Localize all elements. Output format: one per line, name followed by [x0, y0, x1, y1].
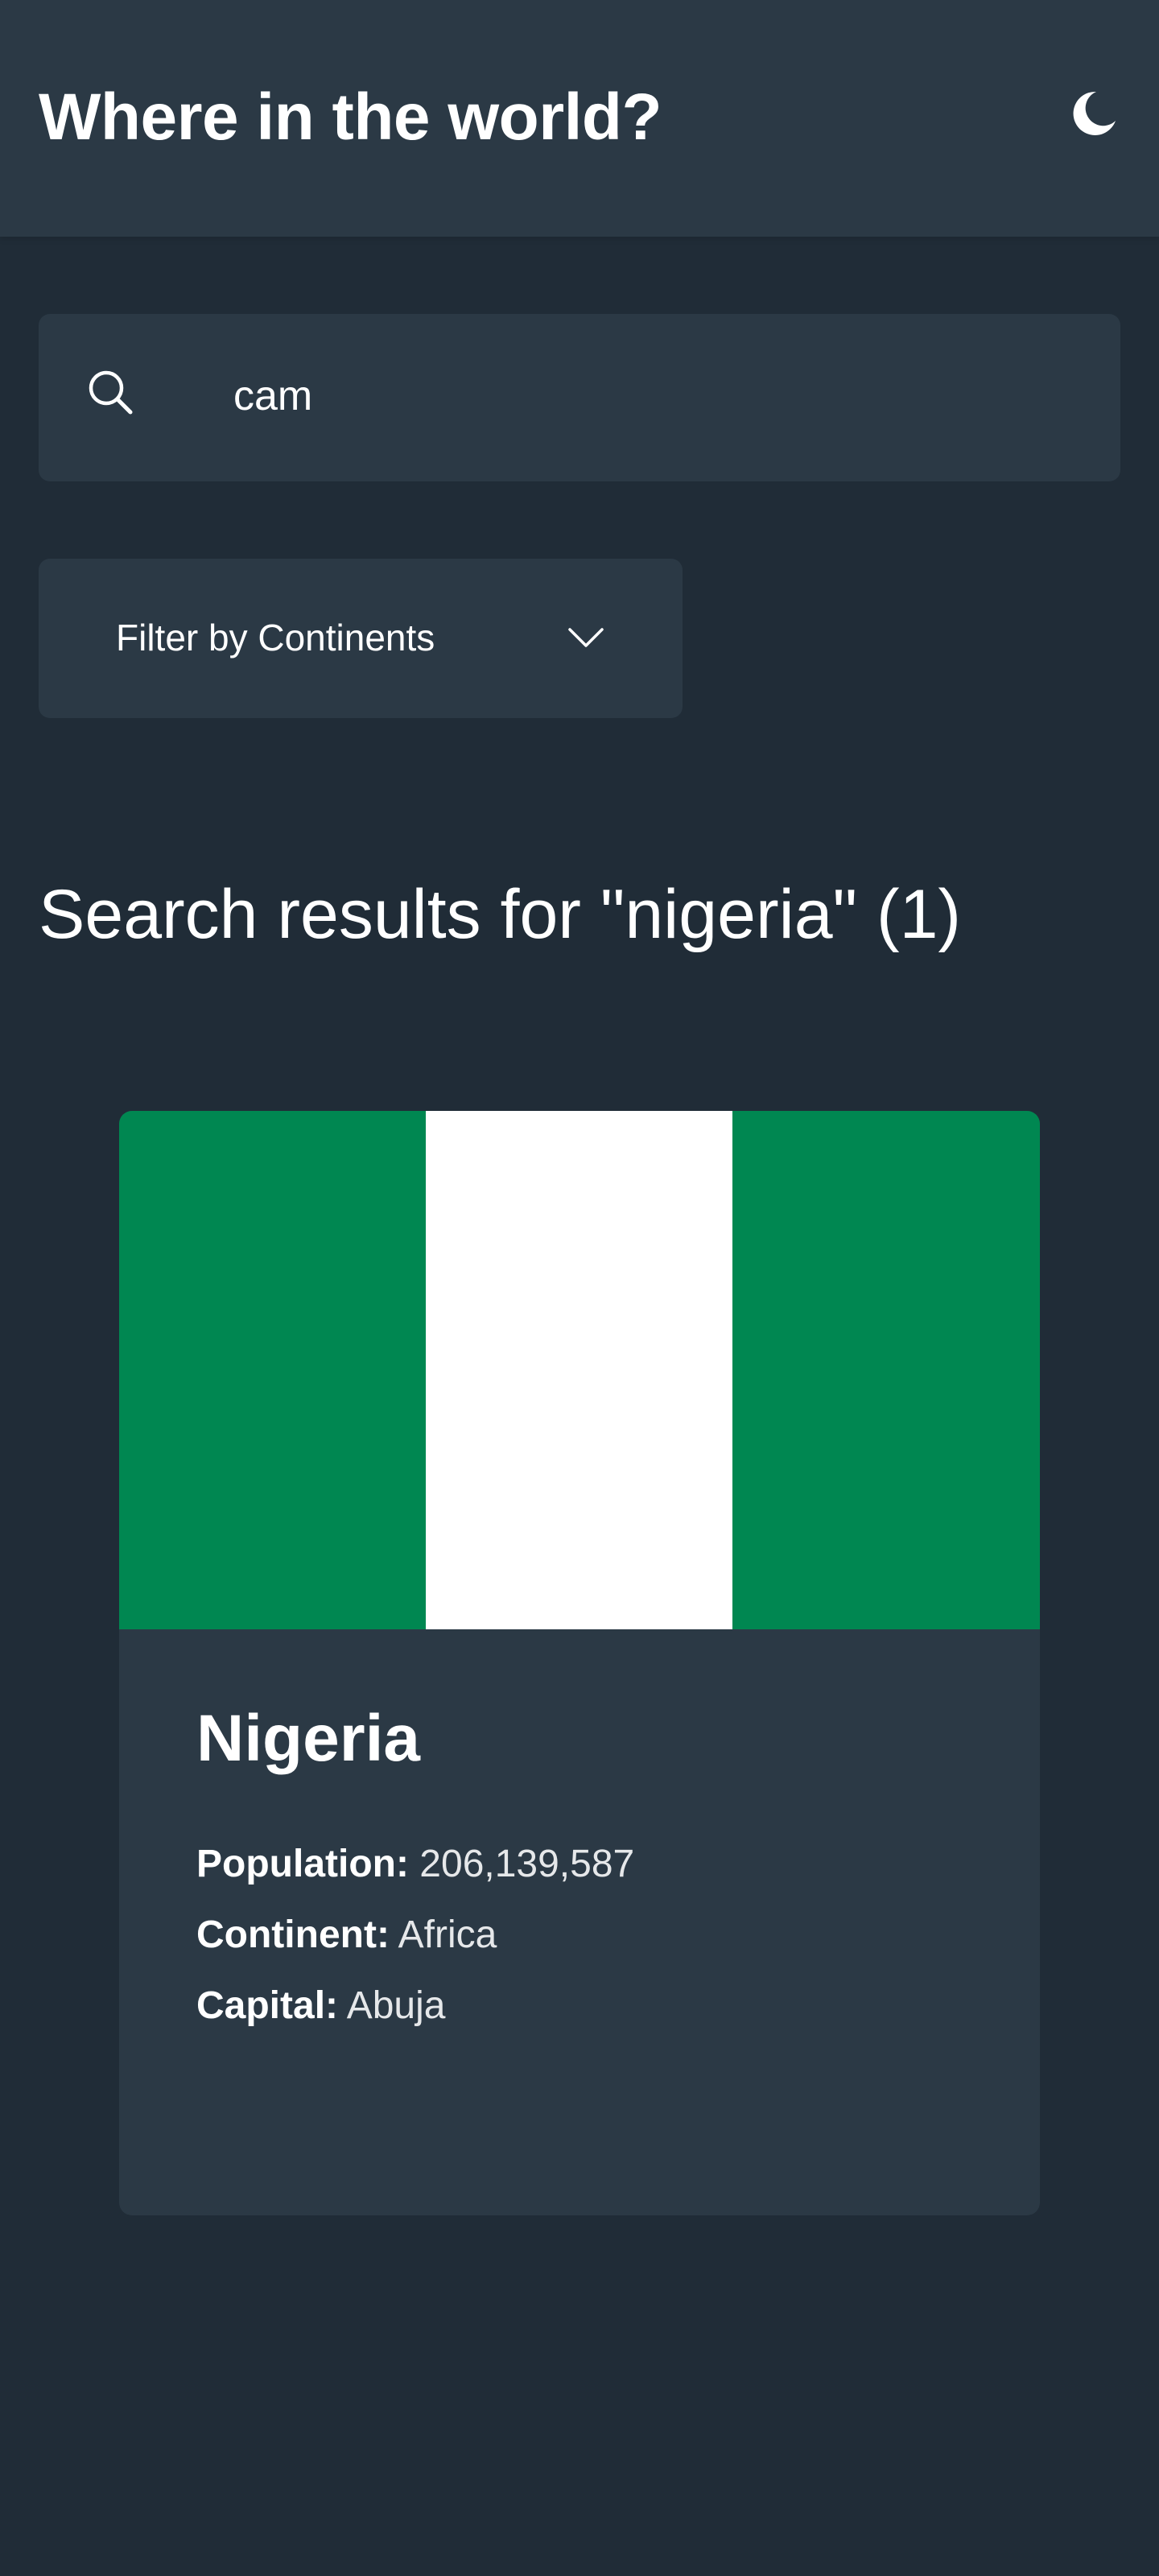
continent-row: Continent: Africa [196, 1911, 497, 1959]
capital-label: Capital: [196, 1984, 339, 2027]
search-icon [85, 367, 137, 419]
filter-label: Filter by Continents [116, 617, 435, 658]
app-header: Where in the world? [0, 0, 1159, 237]
country-card-nigeria[interactable]: Nigeria Population: 206,139,587 Continen… [119, 1111, 1040, 2215]
moon-icon [1073, 91, 1116, 135]
flag-stripe-left [119, 1111, 427, 1629]
continent-label: Continent: [196, 1913, 390, 1956]
chevron-down-icon [563, 615, 608, 660]
population-row: Population: 206,139,587 [196, 1840, 634, 1889]
population-label: Population: [196, 1843, 409, 1885]
flag-stripe-right [732, 1111, 1040, 1629]
country-name: Nigeria [196, 1702, 420, 1775]
capital-row: Capital: Abuja [196, 1982, 445, 2030]
app-title: Where in the world? [39, 80, 662, 154]
population-value: 206,139,587 [419, 1843, 635, 1885]
theme-toggle-button[interactable] [1064, 84, 1122, 142]
country-flag [119, 1111, 1040, 1629]
continent-value: Africa [398, 1913, 497, 1956]
results-heading: Search results for "nigeria" (1) [39, 876, 962, 953]
flag-stripe-center [426, 1111, 733, 1629]
search-input[interactable] [233, 354, 1079, 438]
capital-value: Abuja [346, 1984, 446, 2027]
